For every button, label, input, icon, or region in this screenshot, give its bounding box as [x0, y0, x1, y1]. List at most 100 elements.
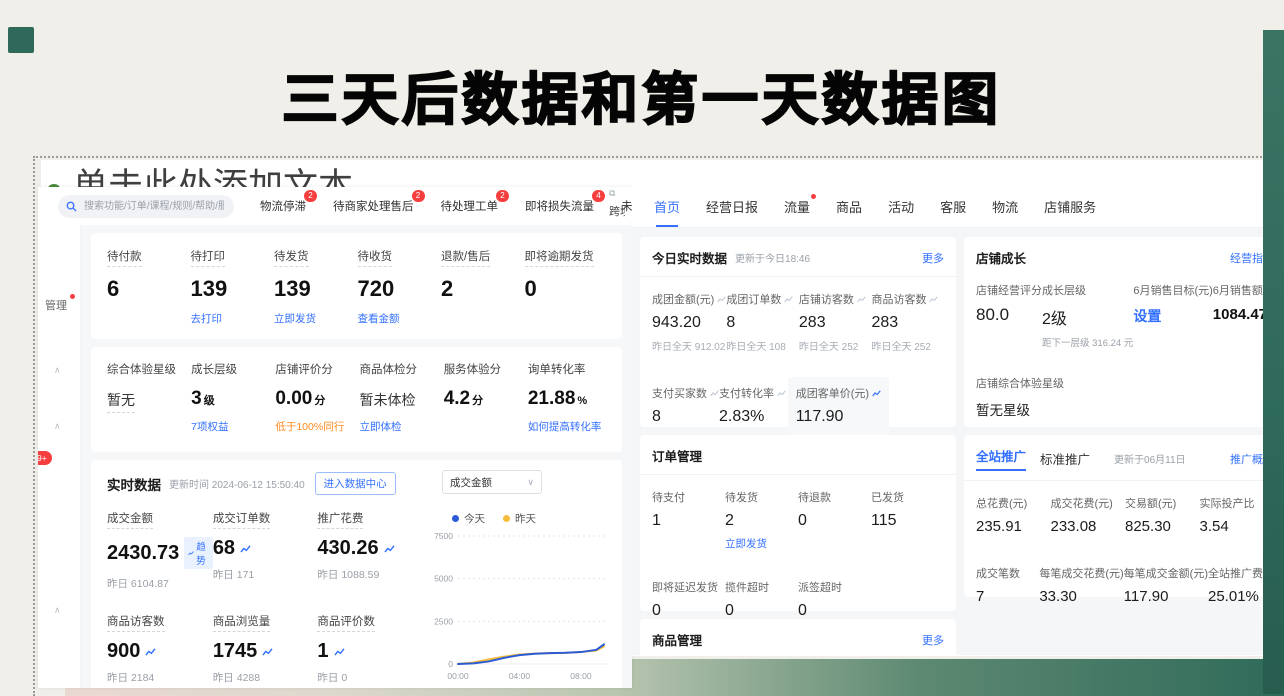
- metric-shop-business-score: 店铺经营评分 80.0: [976, 282, 1042, 349]
- metric-overdue-shipping: 即将逾期发货 0: [525, 247, 609, 339]
- tab-traffic[interactable]: 流量: [784, 197, 810, 227]
- chevron-up-icon[interactable]: ∧: [54, 605, 61, 616]
- more-link[interactable]: 更多: [922, 632, 944, 648]
- nav-traffic-loss[interactable]: 即将损失流量4: [525, 198, 594, 214]
- tab-daily-report[interactable]: 经营日报: [706, 197, 758, 227]
- cross-border-label[interactable]: 跨境: [609, 203, 625, 219]
- ship-now-link[interactable]: 立即发货: [274, 311, 358, 326]
- realtime-chart-area: 今天 昨天 750050002500000:0004:0008:00: [422, 509, 610, 686]
- metric-deal-spend: 成交花费(元) 233.08: [1051, 495, 1126, 535]
- svg-text:2500: 2500: [434, 616, 453, 626]
- legend-yesterday: 昨天: [503, 511, 536, 526]
- tab-logistics[interactable]: 物流: [992, 197, 1018, 227]
- metric-to-ship: 待发货 139 立即发货: [274, 247, 358, 339]
- realtime-data-card: 实时数据 更新时间 2024-06-12 15:50:40 进入数据中心 成交金…: [91, 460, 622, 688]
- realtime-line-chart: 750050002500000:0004:0008:00: [428, 528, 610, 686]
- trend-icon[interactable]: [145, 647, 156, 656]
- tab-customer-service[interactable]: 客服: [940, 197, 966, 227]
- sidebar-badge: 9+: [38, 451, 52, 465]
- tab-shop-services[interactable]: 店铺服务: [1044, 197, 1096, 227]
- svg-text:04:00: 04:00: [509, 671, 531, 681]
- svg-text:08:00: 08:00: [570, 671, 592, 681]
- more-link[interactable]: 更多: [922, 250, 944, 266]
- trend-badge[interactable]: 趋势: [184, 537, 213, 569]
- improve-conversion-link[interactable]: 如何提高转化率: [528, 419, 612, 434]
- search-input[interactable]: [82, 200, 226, 213]
- badge-count: 2: [496, 190, 509, 202]
- shop-rating-card: 综合体验星级 暂无 成长层级 3级 7项权益 店铺评价分 0.00分 低于100…: [91, 347, 622, 452]
- nav-aftersales-pending[interactable]: 待商家处理售后2: [333, 198, 414, 214]
- trend-icon[interactable]: [262, 647, 273, 656]
- right-tab-bar: 首页 经营日报 流量 商品 活动 客服 物流 店铺服务: [632, 187, 1284, 228]
- trend-icon[interactable]: [929, 295, 938, 303]
- benefits-link[interactable]: 7项权益: [191, 419, 275, 434]
- tab-sitewide-promotion[interactable]: 全站推广: [976, 446, 1026, 471]
- metric-june-sales-target: 6月销售目标(元) 设置: [1133, 282, 1212, 349]
- metric-delivery-timeout: 派签超时 0: [798, 579, 871, 620]
- metric-pickup-timeout: 揽件超时 0: [725, 579, 798, 620]
- page-title: 三天后数据和第一天数据图: [0, 55, 1284, 136]
- nav-logistics-stalled[interactable]: 物流停滞2: [260, 198, 306, 214]
- today-realtime-card: 今日实时数据 更新于今日18:46 更多 成团金额(元) 943.20 昨日全天…: [640, 237, 956, 427]
- trend-icon[interactable]: [872, 389, 881, 397]
- slide-right-decoration: [1263, 30, 1284, 694]
- tab-products[interactable]: 商品: [836, 197, 862, 227]
- trend-icon[interactable]: [784, 295, 793, 303]
- chevron-up-icon[interactable]: ∧: [54, 421, 61, 432]
- metric-deal-count: 成交笔数 7: [976, 565, 1039, 605]
- page: 三天后数据和第一天数据图 单击此处添加文本 台 物流停滞2 待商家处理售后2: [0, 0, 1284, 694]
- topbar-corner: ⧉ 跨境: [609, 189, 631, 219]
- search-icon: [66, 201, 77, 212]
- promotion-card: 全站推广 标准推广 更新于06月11日 推广概况 总花费(元) 235.91 成…: [964, 435, 1284, 597]
- svg-text:00:00: 00:00: [447, 671, 469, 681]
- metric-service-score: 服务体验分 4.2分: [444, 360, 528, 452]
- tab-activities[interactable]: 活动: [888, 197, 914, 227]
- trend-icon[interactable]: [777, 389, 786, 397]
- data-center-button[interactable]: 进入数据中心: [315, 472, 396, 495]
- search-box[interactable]: [58, 195, 234, 218]
- metric-product-visitors: 商品访客数 900 昨日 2184: [107, 612, 213, 686]
- metric-to-receive: 待收货 720 查看金额: [358, 247, 442, 339]
- trend-icon[interactable]: [710, 389, 719, 397]
- tab-home[interactable]: 首页: [654, 197, 680, 227]
- set-target-link[interactable]: 设置: [1133, 306, 1212, 326]
- metric-pending-payment: 待付款 6: [107, 247, 191, 339]
- metric-product-visitors: 商品访客数 283 昨日全天 252: [871, 291, 944, 353]
- metric-delayed-shipment: 即将延迟发货 0: [652, 579, 725, 620]
- trend-icon[interactable]: [334, 647, 345, 656]
- metric-select[interactable]: 成交金额 ∨: [442, 470, 542, 494]
- order-overview-card: 待付款 6 待打印 139 去打印 待发货 139 立即发货: [91, 233, 622, 339]
- tab-standard-promotion[interactable]: 标准推广: [1040, 449, 1090, 468]
- trend-icon[interactable]: [717, 295, 726, 303]
- left-topbar: 台 物流停滞2 待商家处理售后2 待处理工单2 即将损失流量4 未读站内信68: [38, 187, 632, 226]
- metric-awaiting-shipment: 待发货 2 立即发货: [725, 489, 798, 551]
- view-amount-link[interactable]: 查看金额: [358, 311, 442, 326]
- sidebar-item-manage[interactable]: 管理: [45, 297, 67, 313]
- chevron-down-icon: ∨: [527, 477, 534, 488]
- ship-now-link[interactable]: 立即发货: [725, 536, 798, 551]
- svg-text:7500: 7500: [434, 531, 453, 541]
- chevron-up-icon[interactable]: ∧: [54, 365, 61, 376]
- realtime-updated: 更新时间 2024-06-12 15:50:40: [169, 476, 305, 491]
- window-icon: ⧉: [609, 189, 631, 198]
- badge-count: 4: [592, 190, 605, 202]
- trend-icon[interactable]: [384, 544, 395, 553]
- star-rating-value: 暂无星级: [976, 399, 1284, 419]
- check-now-link[interactable]: 立即体检: [360, 419, 444, 434]
- svg-text:0: 0: [448, 659, 453, 669]
- trend-icon[interactable]: [857, 295, 866, 303]
- legend-dot-yesterday: [503, 515, 510, 522]
- notification-dot: [811, 194, 816, 199]
- legend-today: 今天: [452, 511, 485, 526]
- metric-shop-score: 店铺评价分 0.00分 低于100%同行: [275, 360, 359, 452]
- left-sidebar: 管理 ∧ ∧ 9+ ∧: [38, 225, 81, 688]
- realtime-title: 实时数据: [107, 474, 161, 494]
- nav-tickets-pending[interactable]: 待处理工单2: [441, 198, 499, 214]
- metric-product-check: 商品体检分 暂未体检 立即体检: [360, 360, 444, 452]
- realtime-metrics: 成交金额 2430.73 趋势 昨日 6104.87: [107, 509, 422, 686]
- metric-total-spend: 总花费(元) 235.91: [976, 495, 1051, 535]
- trend-icon[interactable]: [240, 544, 251, 553]
- metric-to-print: 待打印 139 去打印: [191, 247, 275, 339]
- metric-awaiting-payment: 待支付 1: [652, 489, 725, 551]
- go-print-link[interactable]: 去打印: [191, 311, 275, 326]
